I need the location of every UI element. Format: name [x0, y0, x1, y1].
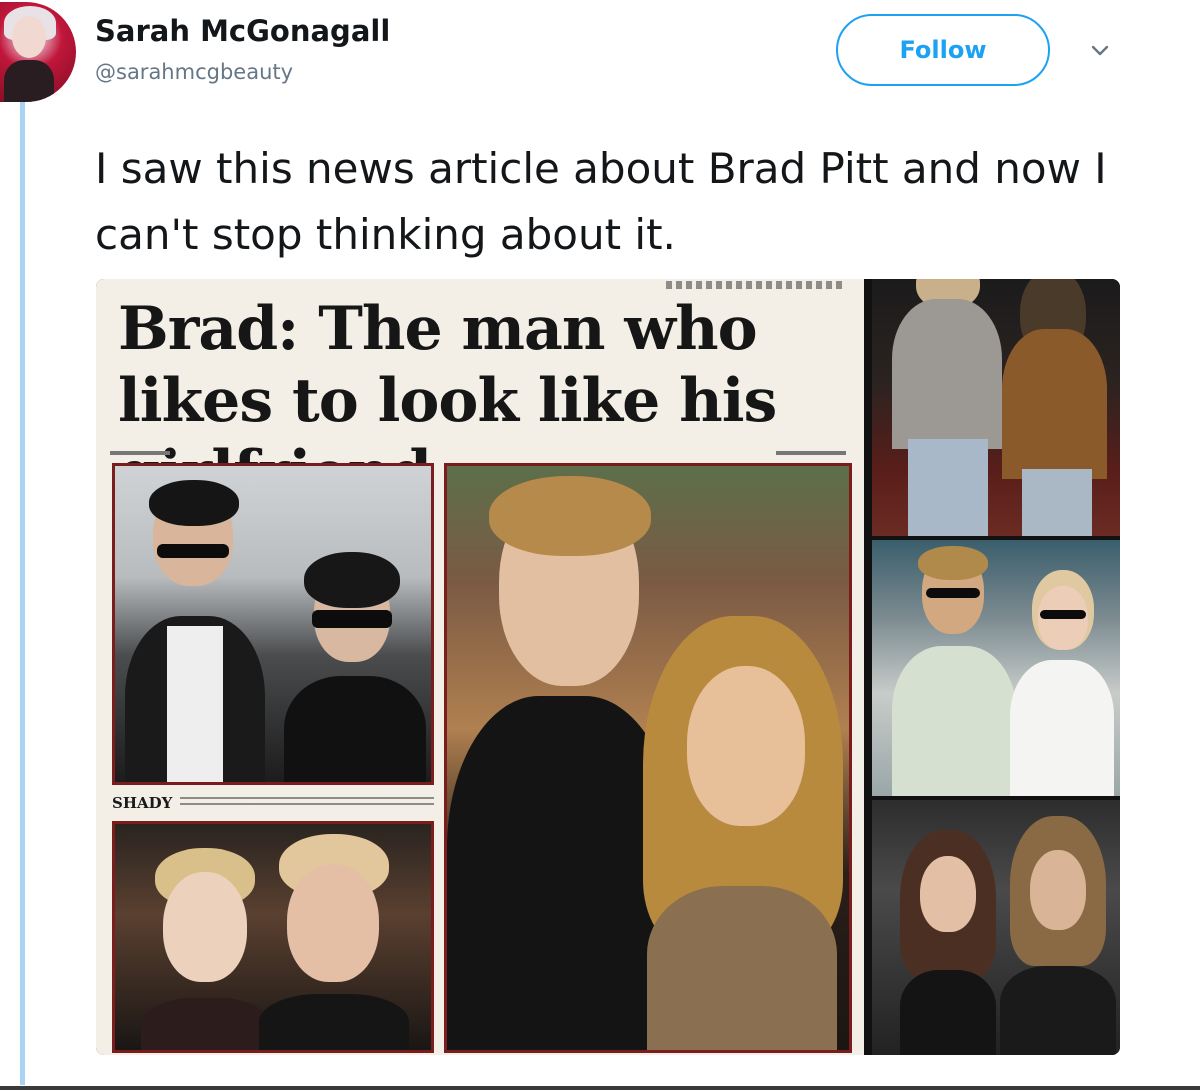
photo-person [892, 279, 1002, 536]
chevron-down-icon[interactable] [1085, 36, 1115, 66]
sunglasses [1040, 610, 1086, 619]
person-shirt [167, 626, 223, 782]
person-jacket [1000, 966, 1116, 1055]
follow-button[interactable]: Follow [836, 14, 1050, 86]
tweet-card: Sarah McGonagall @sarahmcgbeauty Follow … [0, 0, 1200, 1090]
bottom-divider [0, 1086, 1200, 1090]
person-head [920, 856, 976, 932]
side-photo-grunge-couple[interactable] [872, 279, 1120, 536]
person-head [687, 666, 805, 826]
person-shirt [1010, 660, 1114, 796]
photo-person [284, 546, 426, 782]
avatar-face [12, 16, 46, 58]
newspaper-clipping[interactable]: Brad: The man who likes to look like his… [96, 279, 864, 1055]
photo-person [637, 616, 847, 1050]
person-coat [284, 676, 426, 782]
person-head [1030, 850, 1086, 930]
side-photo-premiere-couple[interactable] [872, 800, 1120, 1055]
photo-person [1002, 279, 1107, 536]
sunglasses [312, 610, 392, 628]
sunglasses [926, 588, 980, 598]
photo-person [1010, 570, 1114, 796]
photo-caption: SHADY [112, 791, 434, 815]
newspaper-dateline [666, 281, 846, 289]
newspaper-photo-red-carpet-couple [444, 463, 852, 1053]
person-hair [149, 480, 239, 526]
photo-person [892, 546, 1016, 796]
user-handle[interactable]: @sarahmcgbeauty [95, 60, 293, 84]
tweet-media[interactable]: Brad: The man who likes to look like his… [96, 279, 1120, 1055]
person-hair [489, 476, 651, 556]
person-hair [918, 546, 988, 580]
avatar-dress [4, 60, 54, 102]
photo-credit-line [776, 451, 846, 455]
person-jeans [908, 439, 988, 536]
thread-line [20, 100, 25, 1085]
person-top [141, 998, 271, 1050]
side-photo-street-couple[interactable] [872, 540, 1120, 796]
person-hair [304, 552, 400, 608]
caption-label: SHADY [112, 794, 173, 812]
person-vest [892, 646, 1016, 796]
person-head [163, 872, 247, 982]
photo-credit-line [110, 451, 170, 455]
photo-person [125, 480, 265, 782]
person-jacket [259, 994, 409, 1050]
person-head [287, 864, 379, 982]
person-jacket [1002, 329, 1107, 479]
chevron-down-glyph [1091, 45, 1109, 56]
caption-text-lines [180, 797, 434, 809]
avatar[interactable] [0, 2, 76, 102]
photo-person [141, 848, 271, 1050]
photo-person [1000, 816, 1116, 1055]
person-jeans [1022, 469, 1092, 536]
person-dress [900, 970, 996, 1055]
person-dress [647, 886, 837, 1050]
photo-person [259, 834, 409, 1050]
person-sweater [892, 299, 1002, 449]
photo-person [892, 830, 1002, 1055]
tweet-text: I saw this news article about Brad Pitt … [95, 144, 1107, 259]
sunglasses [157, 544, 229, 558]
display-name[interactable]: Sarah McGonagall [95, 14, 390, 48]
newspaper-photo-sunglasses-couple [112, 463, 434, 785]
newspaper-photo-blonde-couple [112, 821, 434, 1053]
